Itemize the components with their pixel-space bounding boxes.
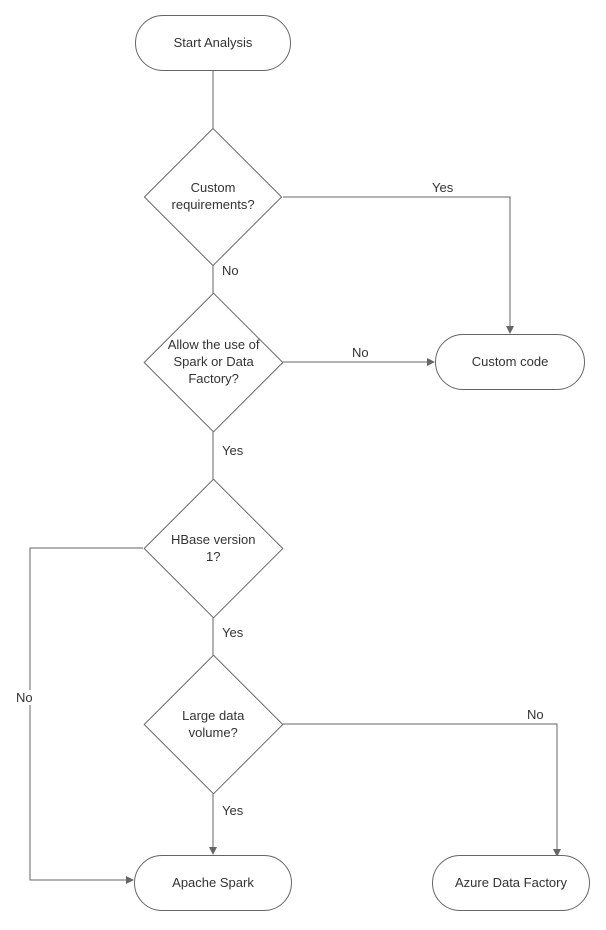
decision-allow-spark-label: Allow the use of Spark or Data Factory?: [165, 337, 262, 388]
flowchart-connectors: [0, 0, 606, 930]
decision-custom-requirements-label: Custom requirements?: [165, 180, 261, 214]
custom-code-node: Custom code: [435, 334, 585, 390]
edge-allow-spark-no: No: [350, 345, 371, 360]
edge-allow-spark-yes: Yes: [220, 443, 245, 458]
edge-large-data-no: No: [525, 707, 546, 722]
edge-custom-req-no: No: [220, 263, 241, 278]
start-node: Start Analysis: [135, 15, 291, 71]
decision-hbase-version: HBase version 1?: [143, 478, 283, 618]
azure-data-factory-node: Azure Data Factory: [432, 855, 590, 911]
apache-spark-label: Apache Spark: [172, 875, 254, 892]
decision-large-data-label: Large data volume?: [165, 708, 262, 742]
decision-custom-requirements: Custom requirements?: [144, 128, 283, 267]
edge-hbase-yes: Yes: [220, 625, 245, 640]
decision-large-data: Large data volume?: [143, 654, 283, 794]
custom-code-label: Custom code: [472, 354, 549, 371]
decision-allow-spark: Allow the use of Spark or Data Factory?: [143, 292, 283, 432]
edge-hbase-no: No: [14, 690, 35, 705]
start-label: Start Analysis: [174, 35, 253, 52]
decision-hbase-version-label: HBase version 1?: [165, 532, 262, 566]
azure-data-factory-label: Azure Data Factory: [455, 875, 567, 892]
edge-custom-req-yes: Yes: [430, 180, 455, 195]
edge-large-data-yes: Yes: [220, 803, 245, 818]
apache-spark-node: Apache Spark: [134, 855, 292, 911]
